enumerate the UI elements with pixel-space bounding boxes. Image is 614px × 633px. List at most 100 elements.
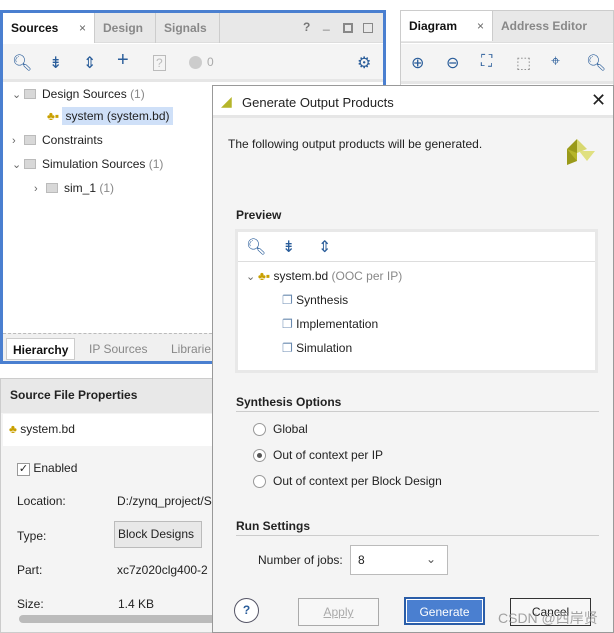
label: Generate	[419, 605, 470, 619]
horizontal-scrollbar[interactable]	[19, 615, 219, 623]
folder-icon	[24, 89, 36, 99]
radio-ooc-per-block-design[interactable]: Out of context per Block Design	[253, 474, 442, 488]
warning-count: 0	[207, 55, 214, 69]
vivado-logo-icon: ◢	[221, 93, 232, 109]
chevron-down-icon: ⌄	[426, 552, 437, 566]
count: (1)	[148, 157, 164, 171]
label: system.bd	[273, 269, 329, 283]
label: Simulation	[296, 341, 353, 355]
sources-toolbar: 🔍︎ ⇟ ⇕ + ? 0 ⚙	[3, 44, 383, 82]
preview-root[interactable]: ⌄ ♣▪ system.bd (OOC per IP)	[246, 269, 402, 283]
location-label: Location:	[17, 494, 66, 508]
tab-ip-sources[interactable]: IP Sources	[83, 338, 153, 360]
file-name: system.bd	[20, 422, 75, 436]
tree-design-sources[interactable]: ⌄ Design Sources (1)	[12, 87, 145, 101]
preview-box: 🔍︎ ⇟ ⇕ ⌄ ♣▪ system.bd (OOC per IP) ❐ Synt…	[235, 229, 598, 373]
preview-heading: Preview	[236, 208, 282, 222]
label: system (system.bd)	[62, 107, 173, 125]
fit-view-icon[interactable]: ⛶	[481, 53, 492, 71]
radio-circle[interactable]	[253, 449, 266, 462]
jobs-select[interactable]: 8 ⌄	[350, 545, 448, 575]
preview-item-simulation[interactable]: ❐ Simulation	[282, 341, 352, 355]
preview-item-implementation[interactable]: ❐ Implementation	[282, 317, 378, 331]
dialog-title: Generate Output Products	[242, 95, 394, 110]
tab-address-editor[interactable]: Address Editor	[493, 11, 614, 41]
run-settings-heading: Run Settings	[236, 519, 310, 533]
tab-design[interactable]: Design	[95, 13, 156, 43]
collapse-all-icon[interactable]: ⇟	[49, 53, 62, 73]
radio-circle[interactable]	[253, 423, 266, 436]
tab-libraries[interactable]: Librarie	[165, 338, 217, 360]
tab-diagram[interactable]: Diagram ×	[401, 11, 493, 41]
block-design-icon: ♣▪	[47, 109, 60, 123]
part-label: Part:	[17, 563, 43, 577]
dialog-message: The following output products will be ge…	[228, 137, 483, 151]
add-icon[interactable]: +	[117, 49, 129, 72]
folder-icon	[46, 183, 58, 193]
unknown-file-icon[interactable]: ?	[153, 55, 166, 71]
tab-label: Sources	[11, 21, 59, 35]
properties-file: ♣ system.bd	[3, 414, 221, 446]
tree-simulation-sources[interactable]: ⌄ Simulation Sources (1)	[12, 157, 163, 171]
file-icon: ❐	[282, 317, 293, 331]
help-button[interactable]: ?	[234, 598, 259, 623]
close-icon[interactable]: ×	[477, 11, 484, 41]
search-icon[interactable]: 🔍︎	[586, 53, 606, 73]
generate-output-products-dialog: ◢ Generate Output Products ✕ The followi…	[212, 85, 614, 633]
label: Simulation Sources	[42, 157, 146, 171]
gear-icon[interactable]: ⚙	[357, 53, 371, 73]
synthesis-options-heading: Synthesis Options	[236, 395, 342, 409]
block-design-icon: ♣	[9, 422, 17, 436]
type-button[interactable]: Block Designs	[114, 521, 202, 548]
tree-system-bd[interactable]: ♣▪ system (system.bd)	[47, 107, 173, 125]
type-label: Type:	[17, 529, 47, 543]
tree-sim-1[interactable]: › sim_1 (1)	[34, 181, 114, 195]
size-label: Size:	[17, 597, 44, 611]
close-icon[interactable]: ✕	[591, 90, 606, 111]
size-value: 1.4 KB	[118, 597, 155, 611]
label: Constraints	[42, 133, 103, 147]
location-value: D:/zynq_project/Sl	[117, 494, 215, 508]
jobs-value: 8	[358, 553, 365, 567]
file-icon: ❐	[282, 341, 293, 355]
radio-global[interactable]: Global	[253, 422, 308, 436]
minimize-icon[interactable]: _	[323, 17, 330, 31]
help-icon[interactable]: ?	[303, 20, 310, 34]
float-icon[interactable]	[363, 23, 373, 33]
sources-tabbar: Sources × Design Signals ? _	[3, 13, 383, 43]
apply-button[interactable]: Apply	[298, 598, 379, 626]
folder-icon	[24, 135, 36, 145]
collapse-all-icon[interactable]: ⇟	[282, 237, 295, 257]
radio-circle[interactable]	[253, 475, 266, 488]
search-icon[interactable]: 🔍︎	[246, 237, 266, 257]
maximize-icon[interactable]	[343, 23, 353, 33]
file-icon: ❐	[282, 293, 293, 307]
crosshair-icon[interactable]: ⌖	[551, 53, 560, 71]
radio-ooc-per-ip[interactable]: Out of context per IP	[253, 448, 383, 462]
label: Enabled	[33, 461, 78, 475]
block-design-icon: ♣▪	[258, 269, 271, 283]
enabled-checkbox[interactable]: ✓ Enabled	[17, 461, 77, 476]
watermark: CSDN @西岸贤	[498, 610, 598, 626]
zoom-out-icon[interactable]: ⊖	[446, 53, 459, 73]
tab-signals[interactable]: Signals	[156, 13, 220, 43]
expand-all-icon[interactable]: ⇕	[83, 53, 96, 73]
folder-icon	[24, 159, 36, 169]
close-icon[interactable]: ×	[79, 13, 86, 43]
preview-item-synthesis[interactable]: ❐ Synthesis	[282, 293, 348, 307]
preview-toolbar: 🔍︎ ⇟ ⇕	[238, 232, 595, 262]
label: Implementation	[296, 317, 379, 331]
tab-sources[interactable]: Sources ×	[3, 13, 95, 43]
label: sim_1	[64, 181, 97, 195]
zoom-in-icon[interactable]: ⊕	[411, 53, 424, 73]
expand-all-icon[interactable]: ⇕	[318, 237, 331, 257]
tab-hierarchy[interactable]: Hierarchy	[6, 338, 76, 360]
tree-constraints[interactable]: › Constraints	[12, 133, 103, 147]
part-value: xc7z020clg400-2	[117, 563, 208, 577]
zoom-area-icon[interactable]: ⬚	[516, 53, 531, 73]
generate-button[interactable]: Generate	[404, 597, 485, 625]
properties-title: Source File Properties	[1, 379, 221, 413]
warning-indicator-icon	[189, 56, 202, 69]
label: Synthesis	[296, 293, 349, 307]
search-icon[interactable]: 🔍︎	[12, 53, 32, 73]
